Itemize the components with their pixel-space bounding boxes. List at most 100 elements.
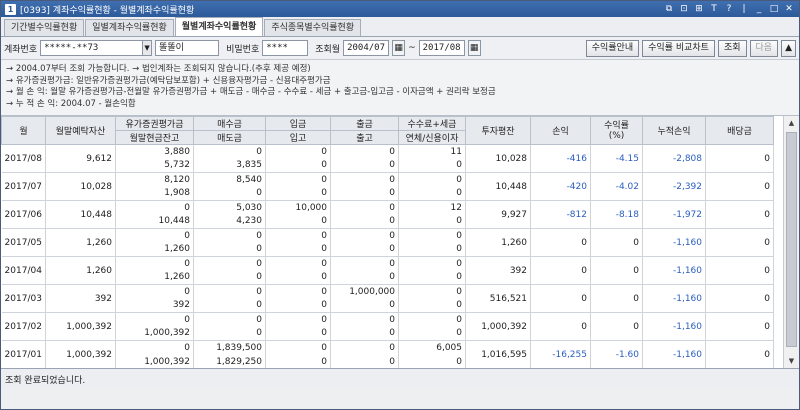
cell-fee: 12 [398, 200, 466, 215]
cell-cum: -1,160 [642, 284, 706, 313]
cell-deposit: 1,260 [45, 256, 116, 285]
cell-pnl: -416 [530, 144, 591, 173]
cell-pnl: -16,255 [530, 340, 591, 368]
cell-div: 0 [705, 172, 774, 201]
cell-recv: 0 [265, 186, 331, 201]
account-label: 계좌번호 [4, 44, 38, 55]
calendar-icon[interactable]: ▦ [392, 40, 406, 56]
compare-chart-button[interactable]: 수익률 비교차트 [642, 39, 715, 57]
month-label: 조회월 [315, 44, 341, 55]
header-receive: 입고 [265, 130, 331, 145]
cell-pnl: -420 [530, 172, 591, 201]
table-row[interactable]: 2017/07 10,028 8,120 8,540 0 0 0 10,448 -420 -4.0… [1, 172, 800, 201]
cell-ship: 0 [330, 214, 399, 229]
to-month-input[interactable]: 2017/08 [418, 40, 465, 56]
header-cash: 월말현금잔고 [115, 130, 194, 145]
window-control-icon[interactable]: □ [768, 3, 780, 15]
cell-month: 2017/06 [1, 200, 46, 229]
next-button[interactable]: 다음 [749, 39, 779, 57]
cell-sec: 0 [115, 256, 194, 271]
cell-div: 0 [705, 200, 774, 229]
from-month-input[interactable]: 2004/07 [343, 40, 390, 56]
table-row[interactable]: 2017/05 1,260 0 0 0 0 0 1,260 0 0 -1,160 0 [1, 228, 800, 257]
cell-sell: 0 [193, 186, 266, 201]
account-input[interactable]: *****-**73 [40, 40, 144, 56]
cell-buy: 0 [193, 284, 266, 299]
table-row[interactable]: 2017/08 9,612 3,880 0 0 0 11 10,028 -416 -4.15 -2,… [1, 144, 800, 173]
table-row[interactable]: 2017/06 10,448 0 5,030 10,000 0 12 9,927 -812 -8.… [1, 200, 800, 229]
cell-fee: 11 [398, 144, 466, 159]
cell-wd: 0 [330, 340, 399, 355]
header-deposit: 월말예탁자산 [45, 116, 116, 145]
cell-month: 2017/03 [1, 284, 46, 313]
calendar-icon[interactable]: ▦ [467, 40, 481, 56]
cell-invest: 1,000,392 [465, 312, 531, 341]
header-interest: 연체/신용이자 [398, 130, 466, 145]
cell-sell: 1,829,250 [193, 354, 266, 368]
password-label: 비밀번호 [226, 44, 260, 55]
cell-int: 0 [398, 354, 466, 368]
window-control-icon[interactable]: T [708, 3, 720, 15]
cell-fee: 0 [398, 256, 466, 271]
cell-cash: 10,448 [115, 214, 194, 229]
cell-invest: 516,521 [465, 284, 531, 313]
header-invest: 투자평잔 [465, 116, 531, 145]
window-control-icon[interactable]: ✕ [783, 3, 795, 15]
cell-int: 0 [398, 242, 466, 257]
status-bar: 조회 완료되었습니다. [1, 369, 799, 389]
window-control-icon[interactable]: | [738, 3, 750, 15]
cell-div: 0 [705, 256, 774, 285]
note-line: → 유가증권평가금: 일반유가증권평가금(예탁담보포함) + 신용융자평가금 -… [6, 75, 331, 86]
cell-deposit: 10,028 [45, 172, 116, 201]
scroll-thumb[interactable] [786, 132, 797, 347]
tab-1[interactable]: 일별계좌수익률현황 [85, 19, 174, 36]
scroll-up-icon[interactable]: ▲ [784, 116, 799, 131]
table-row[interactable]: 2017/04 1,260 0 0 0 0 0 392 0 0 -1,160 0 [1, 256, 800, 285]
cell-cum: -1,160 [642, 228, 706, 257]
account-dropdown-icon[interactable]: ▼ [142, 40, 153, 56]
return-guide-button[interactable]: 수익률안내 [585, 39, 640, 57]
cell-deposit: 1,260 [45, 228, 116, 257]
tab-2[interactable]: 월별계좌수익률현황 [174, 17, 264, 36]
cell-deposit: 392 [45, 284, 116, 313]
cell-deposit: 1,000,392 [45, 340, 116, 368]
cell-div: 0 [705, 312, 774, 341]
cell-sell: 4,230 [193, 214, 266, 229]
table-row[interactable]: 2017/01 1,000,392 0 1,839,500 0 0 6,005 1,016,5… [1, 340, 800, 368]
cell-sec: 0 [115, 340, 194, 355]
window-control-icon[interactable]: ⧉ [663, 3, 675, 15]
header-securities: 유가증권평가금 [115, 116, 194, 131]
window-control-icon[interactable]: ⊞ [693, 3, 705, 15]
table-row[interactable]: 2017/02 1,000,392 0 0 0 0 0 1,000,392 0 0 -1,160 0 [1, 312, 800, 341]
cell-invest: 392 [465, 256, 531, 285]
window-control-icon[interactable]: ? [723, 3, 735, 15]
window-control-icon[interactable]: _ [753, 3, 765, 15]
collapse-up-button[interactable]: ▲ [781, 39, 796, 57]
header-withdraw: 출금 [330, 116, 399, 131]
query-button[interactable]: 조회 [717, 39, 747, 57]
cell-dep: 0 [265, 228, 331, 243]
password-input[interactable]: **** [262, 40, 309, 56]
window-control-icon[interactable]: ⊡ [678, 3, 690, 15]
cell-cash: 1,908 [115, 186, 194, 201]
cell-ship: 0 [330, 298, 399, 313]
cell-recv: 0 [265, 270, 331, 285]
table-row[interactable]: 2017/03 392 0 0 0 1,000,000 0 516,521 0 0 -1,160 0 [1, 284, 800, 313]
cell-deposit: 10,448 [45, 200, 116, 229]
cell-recv: 0 [265, 214, 331, 229]
scroll-down-icon[interactable]: ▼ [784, 354, 799, 368]
cell-wd: 0 [330, 200, 399, 215]
cell-deposit: 1,000,392 [45, 312, 116, 341]
cell-invest: 1,260 [465, 228, 531, 257]
cell-fee: 0 [398, 284, 466, 299]
vertical-scrollbar[interactable]: ▲ ▼ [783, 116, 799, 368]
cell-buy: 0 [193, 256, 266, 271]
cell-sec: 0 [115, 312, 194, 327]
note-line: → 월 손 익: 월말 유가증권평가금-전월말 유가증권평가금 + 매도금 - … [6, 87, 496, 97]
tab-3[interactable]: 주식종목별수익률현황 [264, 19, 362, 36]
tab-0[interactable]: 기간별수익률현황 [4, 19, 85, 36]
cell-int: 0 [398, 298, 466, 313]
window-title: [0393] 계좌수익률현황 - 월별계좌수익률현황 [20, 5, 195, 16]
cell-cash: 1,000,392 [115, 354, 194, 368]
cell-month: 2017/07 [1, 172, 46, 201]
